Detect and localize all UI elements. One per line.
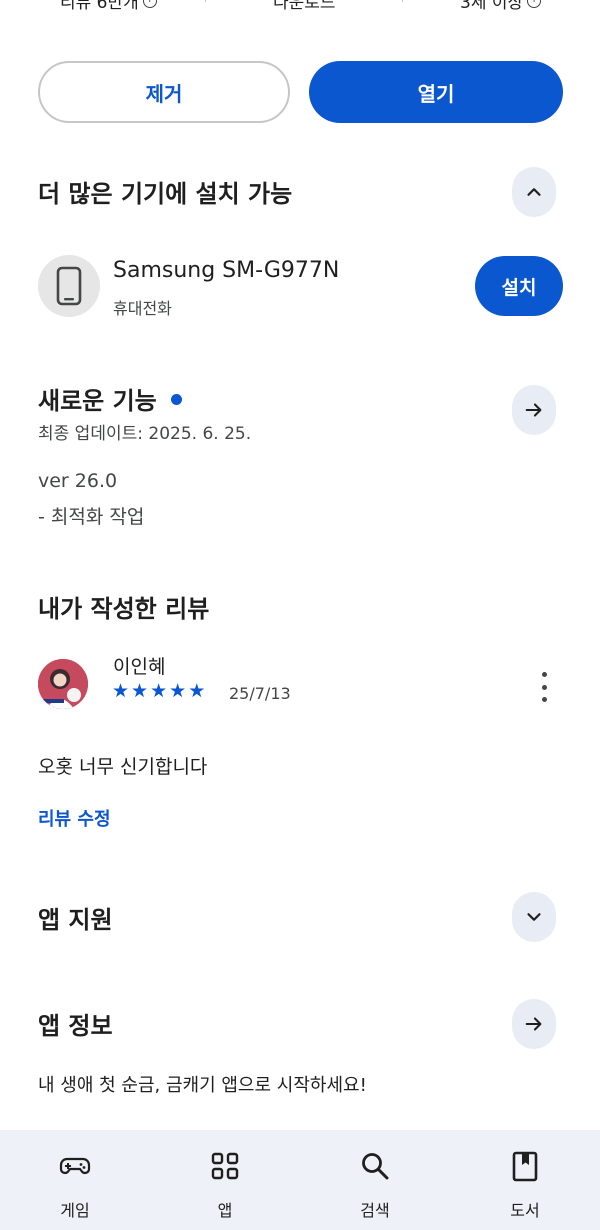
- last-updated: 최종 업데이트: 2025. 6. 25.: [38, 424, 252, 444]
- app-info-title: 앱 정보: [38, 1012, 113, 1040]
- info-icon: i: [142, 0, 157, 8]
- app-info-arrow-button[interactable]: [512, 999, 556, 1049]
- book-icon: [512, 1151, 538, 1182]
- info-icon: i: [527, 0, 542, 8]
- nav-games-label: 게임: [60, 1201, 90, 1220]
- review-date: 25/7/13: [229, 684, 291, 703]
- app-support-title: 앱 지원: [38, 906, 113, 934]
- gamepad-icon: [59, 1157, 91, 1175]
- arrow-right-icon: [525, 1017, 542, 1031]
- release-notes: - 최적화 작업: [38, 506, 145, 528]
- stat-divider: [402, 0, 403, 2]
- collapse-button[interactable]: [512, 167, 556, 217]
- nav-books-label: 도서: [510, 1201, 540, 1220]
- age-rating-label: 3세 이상: [460, 0, 524, 13]
- whats-new-arrow-button[interactable]: [512, 385, 556, 435]
- whats-new-title: 새로운 기능: [38, 381, 182, 416]
- reviewer-photo: [38, 659, 88, 709]
- version-text: ver 26.0: [38, 470, 118, 492]
- install-button[interactable]: 설치: [475, 256, 563, 316]
- device-avatar: [38, 255, 100, 317]
- stat-divider: [205, 0, 206, 2]
- downloads-stat: 다운로드: [273, 0, 336, 13]
- reviews-stat[interactable]: 리뷰 6만개 i: [60, 0, 157, 13]
- edit-review-link[interactable]: 리뷰 수정: [38, 805, 111, 831]
- reviewer-avatar: [38, 659, 88, 709]
- chevron-down-icon: [527, 913, 541, 921]
- bottom-navigation: 게임 앱 검색 도서: [0, 1130, 600, 1230]
- reviews-count: 리뷰 6만개: [60, 0, 139, 13]
- star-icon: ★: [131, 680, 149, 702]
- age-rating-stat[interactable]: 3세 이상 i: [460, 0, 542, 13]
- device-name: Samsung SM-G977N: [113, 258, 340, 283]
- phone-icon: [56, 266, 82, 306]
- star-icon: ★: [112, 680, 130, 702]
- search-icon: [362, 1153, 389, 1180]
- nav-search[interactable]: 검색: [315, 1130, 435, 1230]
- new-indicator-dot: [170, 393, 182, 405]
- app-stats-row: 리뷰 6만개 i 다운로드 3세 이상 i: [0, 0, 600, 14]
- more-devices-title: 더 많은 기기에 설치 가능: [38, 180, 293, 208]
- nav-apps[interactable]: 앱: [165, 1130, 285, 1230]
- star-rating: ★ ★ ★ ★ ★: [112, 681, 205, 701]
- whats-new-label: 새로운 기능: [38, 387, 157, 415]
- star-icon: ★: [150, 680, 168, 702]
- chevron-up-icon: [527, 188, 541, 196]
- device-type: 휴대전화: [113, 299, 172, 318]
- more-options-icon[interactable]: [534, 672, 554, 702]
- nav-books[interactable]: 도서: [465, 1130, 585, 1230]
- star-icon: ★: [188, 680, 206, 702]
- arrow-right-icon: [525, 403, 542, 417]
- reviewer-name: 이인혜: [113, 656, 166, 678]
- star-icon: ★: [169, 680, 187, 702]
- apps-grid-icon: [211, 1152, 239, 1180]
- remove-button[interactable]: 제거: [38, 61, 290, 123]
- expand-button[interactable]: [512, 892, 556, 942]
- nav-apps-label: 앱: [217, 1201, 233, 1220]
- nav-search-label: 검색: [360, 1201, 390, 1220]
- app-description: 내 생애 첫 순금, 금캐기 앱으로 시작하세요!: [38, 1075, 367, 1096]
- nav-games[interactable]: 게임: [15, 1130, 135, 1230]
- my-review-title: 내가 작성한 리뷰: [38, 595, 210, 623]
- review-text: 오홋 너무 신기합니다: [38, 756, 208, 778]
- open-button[interactable]: 열기: [309, 61, 563, 123]
- downloads-label: 다운로드: [273, 0, 336, 13]
